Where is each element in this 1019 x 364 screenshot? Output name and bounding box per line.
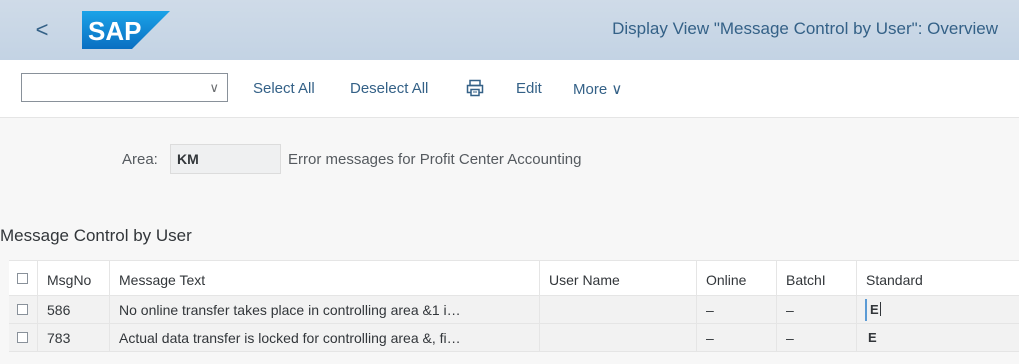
table-row[interactable]: 783 Actual data transfer is locked for c… [9,324,1019,352]
area-field: KM [170,144,281,174]
message-control-table: MsgNo Message Text User Name Online Batc… [9,260,1019,352]
column-header-user-name[interactable]: User Name [539,261,696,295]
message-text-cell: Actual data transfer is locked for contr… [109,324,539,351]
select-all-cell[interactable] [9,261,37,295]
deselect-all-button[interactable]: Deselect All [350,80,428,97]
chevron-left-icon: < [35,17,49,42]
column-header-message-text[interactable]: Message Text [109,261,539,295]
message-text-cell: No online transfer takes place in contro… [109,296,539,323]
variant-select[interactable]: ∨ [21,73,228,102]
edit-button[interactable]: Edit [516,80,542,97]
sap-logo-icon: SAP [82,11,170,49]
standard-input[interactable]: E [865,327,945,349]
print-icon[interactable] [466,79,484,97]
row-select-cell[interactable] [9,324,37,351]
text-caret [879,302,881,316]
sap-logo[interactable]: SAP [82,11,170,49]
standard-input-value: E [870,302,879,317]
standard-cell: E [856,324,1019,351]
column-header-standard[interactable]: Standard [856,261,1019,295]
chevron-down-icon: ∨ [209,80,219,95]
section-title: Message Control by User [0,226,192,245]
batch-cell: – [776,296,856,323]
content-area: Area: KM Error messages for Profit Cente… [0,118,1019,364]
row-checkbox[interactable] [17,332,28,343]
column-header-msgno[interactable]: MsgNo [37,261,109,295]
column-header-online[interactable]: Online [696,261,776,295]
table-row[interactable]: 586 No online transfer takes place in co… [9,296,1019,324]
area-description: Error messages for Profit Center Account… [288,151,582,168]
select-all-button[interactable]: Select All [253,80,315,97]
row-select-cell[interactable] [9,296,37,323]
batch-cell: – [776,324,856,351]
standard-cell: E [856,296,1019,323]
user-name-cell [539,296,696,323]
msgno-cell: 586 [37,296,109,323]
msgno-cell: 783 [37,324,109,351]
toolbar: ∨ Select All Deselect All Edit More ∨ [0,60,1019,118]
standard-input[interactable]: E [865,299,945,321]
page-title: Display View "Message Control by User": … [612,19,998,38]
area-label: Area: [122,151,158,168]
user-name-cell [539,324,696,351]
shell-header: < SAP Display View "Message Control by U… [0,0,1019,60]
row-checkbox[interactable] [17,304,28,315]
back-button[interactable]: < [30,16,54,44]
column-header-batchi[interactable]: BatchI [776,261,856,295]
table-header-row: MsgNo Message Text User Name Online Batc… [9,260,1019,296]
online-cell: – [696,324,776,351]
logo-text: SAP [88,16,141,46]
online-cell: – [696,296,776,323]
more-button[interactable]: More ∨ [573,80,622,98]
select-all-checkbox[interactable] [17,273,28,284]
